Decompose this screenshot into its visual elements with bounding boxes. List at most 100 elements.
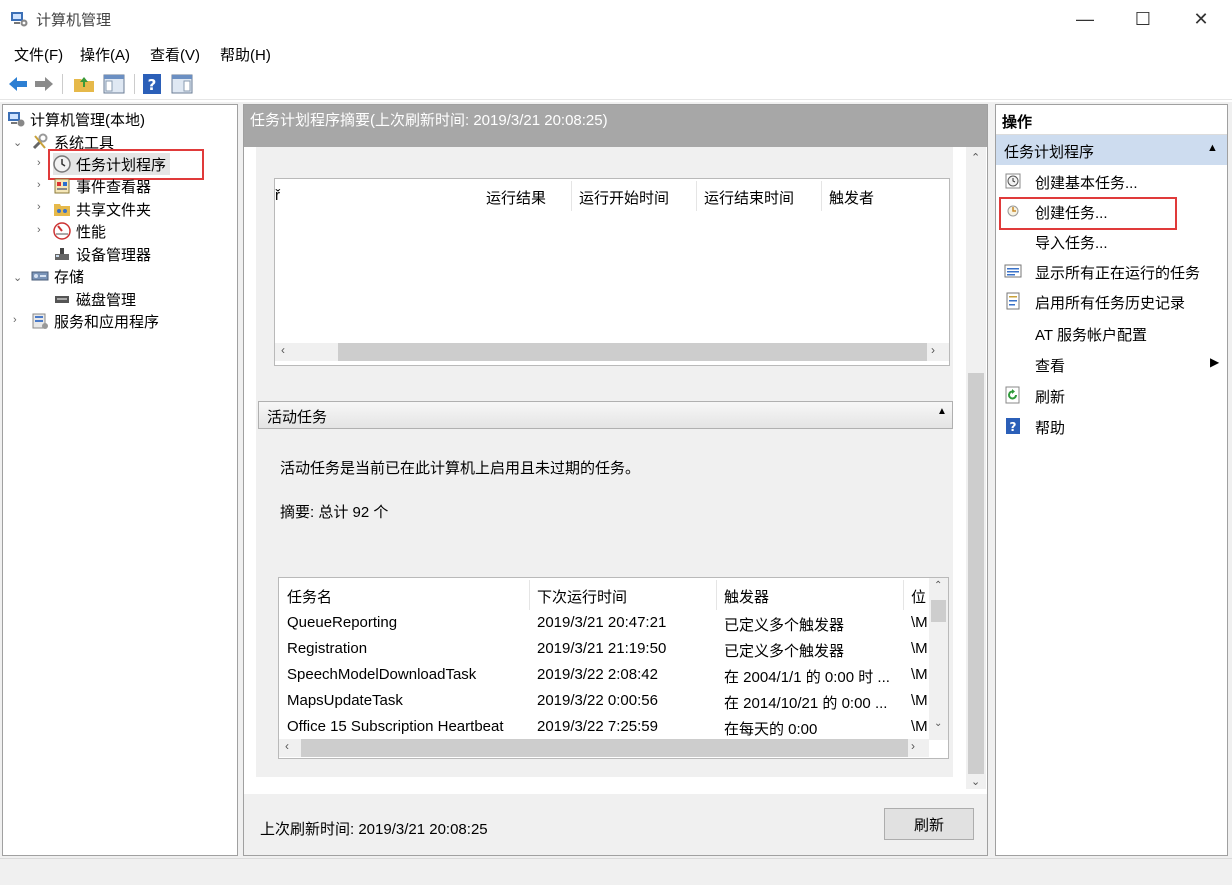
- tree-item-storage[interactable]: 存储: [31, 265, 84, 287]
- task-name: MapsUpdateTask: [287, 692, 403, 709]
- tree-item-performance[interactable]: 性能: [53, 220, 106, 242]
- action-refresh[interactable]: 刷新: [996, 381, 1227, 409]
- device-manager-icon: [55, 248, 69, 260]
- close-button[interactable]: ✕: [1172, 0, 1230, 38]
- table-row[interactable]: Registration 2019/3/21 21:19:50 已定义多个触发器…: [279, 636, 928, 662]
- collapsed-chevron-icon[interactable]: ›: [37, 179, 41, 191]
- menu-view[interactable]: 查看(V): [150, 44, 200, 65]
- summary-footer: 上次刷新时间: 2019/3/21 20:08:25 刷新: [244, 794, 987, 855]
- column-header-result[interactable]: 运行结果: [486, 187, 546, 208]
- collapse-up-icon[interactable]: ▲: [937, 406, 947, 417]
- action-label: 显示所有正在运行的任务: [1035, 265, 1201, 282]
- title-bar: 计算机管理 — ☐ ✕: [0, 0, 1232, 38]
- vertical-scrollbar[interactable]: ⌃ ⌄: [929, 578, 948, 740]
- action-create-basic-task[interactable]: 创建基本任务...: [996, 167, 1227, 195]
- tree-label: 服务和应用程序: [54, 313, 160, 331]
- task-trigger: 已定义多个触发器: [724, 617, 845, 634]
- back-arrow-icon[interactable]: [6, 72, 30, 96]
- task-trigger: 在 2004/1/1 的 0:00 时 ...: [724, 669, 890, 686]
- scrollbar-thumb[interactable]: [968, 373, 984, 774]
- expanded-chevron-icon[interactable]: ⌄: [13, 271, 22, 284]
- collapsed-chevron-icon[interactable]: ›: [13, 314, 17, 326]
- collapsed-chevron-icon[interactable]: ›: [37, 201, 41, 213]
- task-trigger: 在每天的 0:00: [724, 721, 818, 738]
- task-location: \M: [911, 640, 928, 657]
- action-view-menu[interactable]: 查看 ▶: [996, 350, 1227, 378]
- action-import-task[interactable]: 导入任务...: [996, 227, 1227, 255]
- window-title: 计算机管理: [36, 12, 112, 29]
- show-hide-tree-icon[interactable]: [102, 72, 126, 96]
- forward-arrow-icon[interactable]: [32, 72, 56, 96]
- action-enable-history[interactable]: 启用所有任务历史记录: [996, 287, 1227, 315]
- column-header-trigger[interactable]: 触发器: [724, 586, 769, 607]
- menu-bar: 文件(F) 操作(A) 查看(V) 帮助(H): [0, 40, 1232, 66]
- console-tree[interactable]: 计算机管理(本地) ⌄ 系统工具 › 任务计划程序 › 事件查看器 › 共享文件…: [2, 104, 238, 856]
- menu-help[interactable]: 帮助(H): [220, 44, 271, 65]
- expanded-chevron-icon[interactable]: ⌄: [13, 136, 22, 149]
- tree-item-device-manager[interactable]: 设备管理器: [53, 243, 151, 265]
- scrollbar-thumb[interactable]: [338, 343, 927, 361]
- column-header-triggered-by[interactable]: 触发者: [829, 187, 874, 208]
- scroll-right-icon[interactable]: ›: [911, 739, 915, 753]
- collapsed-chevron-icon[interactable]: ›: [37, 224, 41, 236]
- show-hide-action-pane-icon[interactable]: [170, 72, 194, 96]
- basic-task-icon: [1005, 173, 1021, 189]
- column-header-task-name[interactable]: 任务名: [287, 586, 332, 607]
- maximize-button[interactable]: ☐: [1114, 0, 1172, 38]
- task-status-table[interactable]: ř 运行结果 运行开始时间 运行结束时间 触发者 ‹ ›: [274, 178, 950, 366]
- help-icon[interactable]: ?: [140, 72, 164, 96]
- action-label: 帮助: [1035, 420, 1066, 437]
- column-header[interactable]: ř: [275, 187, 280, 204]
- actions-pane: 操作 任务计划程序 ▲ 创建基本任务... 创建任务... 导入任务... 显示…: [995, 104, 1228, 856]
- scroll-down-icon[interactable]: ⌄: [934, 718, 942, 729]
- tree-item-disk-management[interactable]: 磁盘管理: [53, 288, 136, 310]
- tree-label: 事件查看器: [76, 178, 152, 196]
- table-row[interactable]: QueueReporting 2019/3/21 20:47:21 已定义多个触…: [279, 610, 928, 636]
- minimize-button[interactable]: —: [1056, 0, 1114, 38]
- table-header-row: 任务名 下次运行时间 触发器 位: [279, 578, 929, 612]
- status-bar: [0, 858, 1232, 885]
- running-tasks-icon: [1004, 264, 1022, 278]
- column-header-end-time[interactable]: 运行结束时间: [704, 187, 794, 208]
- column-header-next-run[interactable]: 下次运行时间: [537, 586, 627, 607]
- column-separator: [821, 181, 822, 211]
- menu-file[interactable]: 文件(F): [14, 44, 63, 65]
- refresh-button[interactable]: 刷新: [884, 808, 974, 840]
- tree-item-shared-folders[interactable]: 共享文件夹: [53, 198, 151, 220]
- active-tasks-table[interactable]: 任务名 下次运行时间 触发器 位 QueueReporting 2019/3/2…: [278, 577, 949, 759]
- table-row[interactable]: Office 15 Subscription Heartbeat 2019/3/…: [279, 714, 928, 740]
- summary-header: 任务计划程序摘要(上次刷新时间: 2019/3/21 20:08:25): [244, 105, 987, 147]
- tree-item-services-apps[interactable]: 服务和应用程序: [31, 310, 159, 332]
- scroll-right-icon[interactable]: ›: [931, 343, 935, 357]
- actions-section-header[interactable]: 任务计划程序 ▲: [996, 135, 1227, 165]
- column-header-location[interactable]: 位: [911, 586, 926, 607]
- scrollbar-thumb[interactable]: [931, 600, 946, 622]
- last-refresh-time: 上次刷新时间: 2019/3/21 20:08:25: [260, 821, 488, 838]
- collapse-up-icon[interactable]: ▲: [1207, 142, 1218, 154]
- center-vertical-scrollbar[interactable]: ⌃ ⌄: [966, 147, 986, 789]
- action-at-service-account[interactable]: AT 服务帐户配置: [996, 319, 1227, 347]
- scrollbar-thumb[interactable]: [301, 739, 908, 757]
- task-trigger: 在 2014/10/21 的 0:00 ...: [724, 695, 888, 712]
- table-row[interactable]: SpeechModelDownloadTask 2019/3/22 2:08:4…: [279, 662, 928, 688]
- toolbar-separator: [62, 74, 63, 94]
- scroll-down-icon[interactable]: ⌄: [971, 775, 980, 788]
- storage-icon: [31, 271, 49, 281]
- active-tasks-section-header[interactable]: 活动任务 ▲: [258, 401, 953, 429]
- table-row[interactable]: MapsUpdateTask 2019/3/22 0:00:56 在 2014/…: [279, 688, 928, 714]
- toolbar: ?: [0, 68, 1232, 100]
- collapsed-chevron-icon[interactable]: ›: [37, 157, 41, 169]
- tree-item-root[interactable]: 计算机管理(本地): [7, 108, 145, 130]
- up-folder-icon[interactable]: [72, 72, 96, 96]
- scroll-up-icon[interactable]: ⌃: [971, 151, 980, 164]
- shared-folder-icon: [54, 204, 70, 216]
- menu-action[interactable]: 操作(A): [80, 44, 130, 65]
- task-next-run: 2019/3/21 20:47:21: [537, 614, 667, 631]
- scroll-left-icon[interactable]: ‹: [281, 343, 285, 357]
- action-display-running-tasks[interactable]: 显示所有正在运行的任务: [996, 257, 1227, 285]
- scroll-up-icon[interactable]: ⌃: [934, 580, 942, 591]
- column-header-start-time[interactable]: 运行开始时间: [579, 187, 669, 208]
- scroll-left-icon[interactable]: ‹: [285, 739, 289, 753]
- action-help[interactable]: ? 帮助: [996, 412, 1227, 440]
- tree-item-event-viewer[interactable]: 事件查看器: [53, 175, 151, 197]
